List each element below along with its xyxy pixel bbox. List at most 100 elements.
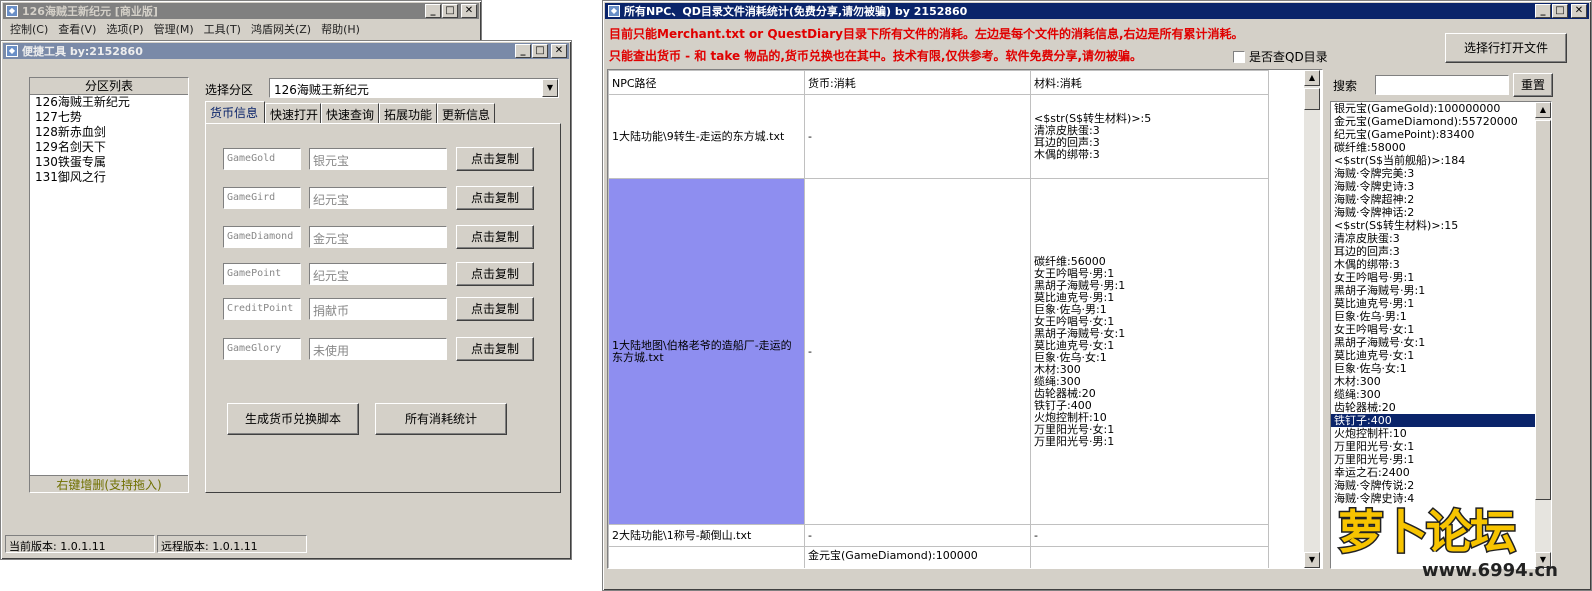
- tab-item[interactable]: 拓展功能: [379, 103, 437, 123]
- qd-checkbox[interactable]: 是否查QD目录: [1233, 48, 1328, 65]
- total-item[interactable]: 海贼·令牌神话:2: [1331, 206, 1551, 219]
- table-scrollbar[interactable]: ▲ ▼: [1304, 70, 1320, 568]
- search-input[interactable]: [1375, 75, 1509, 95]
- total-item[interactable]: 万里阳光号·女:1: [1331, 440, 1551, 453]
- total-item[interactable]: 巨象·佐乌·女:1: [1331, 362, 1551, 375]
- partition-list[interactable]: 分区列表 126海贼王新纪元 127七势 128新赤血剑 129名剑天下 130铁蛋专属…: [29, 77, 189, 493]
- partition-item[interactable]: 126海贼王新纪元: [30, 95, 188, 110]
- maximize-button[interactable]: □: [442, 4, 458, 18]
- currency-code-field[interactable]: GameGird: [223, 187, 301, 209]
- all-stats-button[interactable]: 所有消耗统计: [375, 403, 507, 435]
- table-scroll-thumb[interactable]: [1304, 88, 1320, 110]
- column-header[interactable]: NPC路径: [608, 70, 805, 95]
- close-button[interactable]: ✕: [1571, 4, 1587, 18]
- column-header[interactable]: 货币:消耗: [804, 70, 1031, 95]
- total-item[interactable]: 海贼·令牌传说:2: [1331, 479, 1551, 492]
- partition-item[interactable]: 131御风之行: [30, 170, 188, 185]
- currency-code-field[interactable]: GameGlory: [223, 338, 301, 360]
- tab-item[interactable]: 货币信息: [205, 101, 265, 123]
- main-window-titlebar[interactable]: ◆ 126海贼王新纪元 [商业版] _ □ ✕: [3, 3, 479, 19]
- total-item[interactable]: 莫比迪克号·女:1: [1331, 349, 1551, 362]
- total-item[interactable]: 木偶的绑带:3: [1331, 258, 1551, 271]
- total-item[interactable]: 莫比迪克号·男:1: [1331, 297, 1551, 310]
- currency-name-field[interactable]: 未使用: [309, 338, 447, 360]
- scroll-up-arrow-icon[interactable]: ▲: [1304, 70, 1320, 86]
- total-item[interactable]: 清凉皮肤蛋:3: [1331, 232, 1551, 245]
- total-item[interactable]: 万里阳光号·男:1: [1331, 453, 1551, 466]
- total-item[interactable]: 黑胡子海贼号·男:1: [1331, 284, 1551, 297]
- close-button[interactable]: ✕: [551, 44, 567, 58]
- total-item[interactable]: 铁钉子:400: [1331, 414, 1551, 427]
- currency-code-field[interactable]: CreditPoint: [223, 298, 301, 320]
- currency-name-field[interactable]: 捐献币: [309, 298, 447, 320]
- column-header[interactable]: 材料:消耗: [1030, 70, 1269, 95]
- partition-item[interactable]: 129名剑天下: [30, 140, 188, 155]
- currency-name-field[interactable]: 银元宝: [309, 148, 447, 170]
- menu-item[interactable]: 工具(T): [204, 21, 241, 39]
- total-item[interactable]: 齿轮器械:20: [1331, 401, 1551, 414]
- total-item[interactable]: 幸运之石:2400: [1331, 466, 1551, 479]
- currency-code-field[interactable]: GameGold: [223, 148, 301, 170]
- scroll-down-arrow-icon[interactable]: ▼: [1304, 552, 1320, 568]
- menu-item[interactable]: 查看(V): [58, 21, 96, 39]
- menu-item[interactable]: 鸿盾网关(Z): [251, 21, 311, 39]
- tab-item[interactable]: 更新信息: [437, 103, 495, 123]
- table-row[interactable]: 2大陆功能\1称号-颠倒山.txt - -: [608, 524, 1269, 547]
- menu-item[interactable]: 控制(C): [10, 21, 48, 39]
- total-item[interactable]: 海贼·令牌完美:3: [1331, 167, 1551, 180]
- copy-button[interactable]: 点击复制: [456, 337, 534, 361]
- total-item[interactable]: <$str(S$当前舰船)>:184: [1331, 154, 1551, 167]
- stats-window-titlebar[interactable]: ◆ 所有NPC、QD目录文件消耗统计(免费分享,请勿被骗) by 2152860…: [605, 3, 1589, 19]
- menu-item[interactable]: 帮助(H): [321, 21, 360, 39]
- total-item[interactable]: 缆绳:300: [1331, 388, 1551, 401]
- total-item[interactable]: 碳纤维:58000: [1331, 141, 1551, 154]
- total-item[interactable]: 黑胡子海贼号·女:1: [1331, 336, 1551, 349]
- partition-item[interactable]: 127七势: [30, 110, 188, 125]
- total-item[interactable]: 银元宝(GameGold):100000000: [1331, 102, 1551, 115]
- table-row[interactable]: 1大陆功能\9转生-走运的东方城.txt - <$str(S$转生材料)>:5 清凉皮…: [608, 94, 1269, 179]
- scroll-up-arrow-icon[interactable]: ▲: [1535, 102, 1551, 118]
- total-item[interactable]: 海贼·令牌超神:2: [1331, 193, 1551, 206]
- total-item[interactable]: 木材:300: [1331, 375, 1551, 388]
- minimize-button[interactable]: _: [515, 44, 531, 58]
- open-file-button[interactable]: 选择行打开文件: [1445, 33, 1567, 63]
- copy-button[interactable]: 点击复制: [456, 297, 534, 321]
- total-item[interactable]: 巨象·佐乌·男:1: [1331, 310, 1551, 323]
- total-item[interactable]: 耳边的回声:3: [1331, 245, 1551, 258]
- tab-item[interactable]: 快速查询: [321, 103, 379, 123]
- total-item[interactable]: 金元宝(GameDiamond):55720000: [1331, 115, 1551, 128]
- generate-script-button[interactable]: 生成货币兑换脚本: [227, 403, 359, 435]
- total-item[interactable]: 火炮控制杆:10: [1331, 427, 1551, 440]
- total-item[interactable]: <$str(S$转生材料)>:15: [1331, 219, 1551, 232]
- total-item[interactable]: 纪元宝(GamePoint):83400: [1331, 128, 1551, 141]
- partition-item[interactable]: 128新赤血剑: [30, 125, 188, 140]
- partition-item[interactable]: 130铁蛋专属: [30, 155, 188, 170]
- minimize-button[interactable]: _: [1535, 4, 1551, 18]
- reset-button[interactable]: 重置: [1513, 73, 1553, 97]
- tab-item[interactable]: 快速打开: [265, 103, 321, 123]
- total-item[interactable]: 女王吟唱号·男:1: [1331, 271, 1551, 284]
- copy-button[interactable]: 点击复制: [456, 147, 534, 171]
- total-item[interactable]: 女王吟唱号·女:1: [1331, 323, 1551, 336]
- copy-button[interactable]: 点击复制: [456, 225, 534, 249]
- maximize-button[interactable]: □: [1552, 4, 1568, 18]
- totals-scroll-thumb[interactable]: [1535, 120, 1551, 500]
- minimize-button[interactable]: _: [425, 4, 441, 18]
- currency-name-field[interactable]: 金元宝: [309, 226, 447, 248]
- partition-select[interactable]: 126海贼王新纪元 ▼: [269, 78, 559, 98]
- currency-code-field[interactable]: GameDiamond: [223, 226, 301, 248]
- tool-window-titlebar[interactable]: ◆ 便捷工具 by:2152860 _ □ ✕: [3, 43, 569, 59]
- chevron-down-icon[interactable]: ▼: [542, 79, 558, 97]
- menu-item[interactable]: 管理(M): [154, 21, 194, 39]
- maximize-button[interactable]: □: [532, 44, 548, 58]
- checkbox-box[interactable]: [1233, 50, 1245, 63]
- menu-item[interactable]: 选项(P): [106, 21, 143, 39]
- close-button[interactable]: ✕: [461, 4, 477, 18]
- currency-name-field[interactable]: 纪元宝: [309, 263, 447, 285]
- table-row[interactable]: 1大陆地图\伯格老爷的造船厂-走运的东方城.txt - 碳纤维:56000 女王吟唱号…: [608, 178, 1269, 525]
- copy-button[interactable]: 点击复制: [456, 262, 534, 286]
- currency-code-field[interactable]: GamePoint: [223, 263, 301, 285]
- table-row[interactable]: 金元宝(GameDiamond):100000: [608, 546, 1269, 568]
- currency-name-field[interactable]: 纪元宝: [309, 187, 447, 209]
- copy-button[interactable]: 点击复制: [456, 186, 534, 210]
